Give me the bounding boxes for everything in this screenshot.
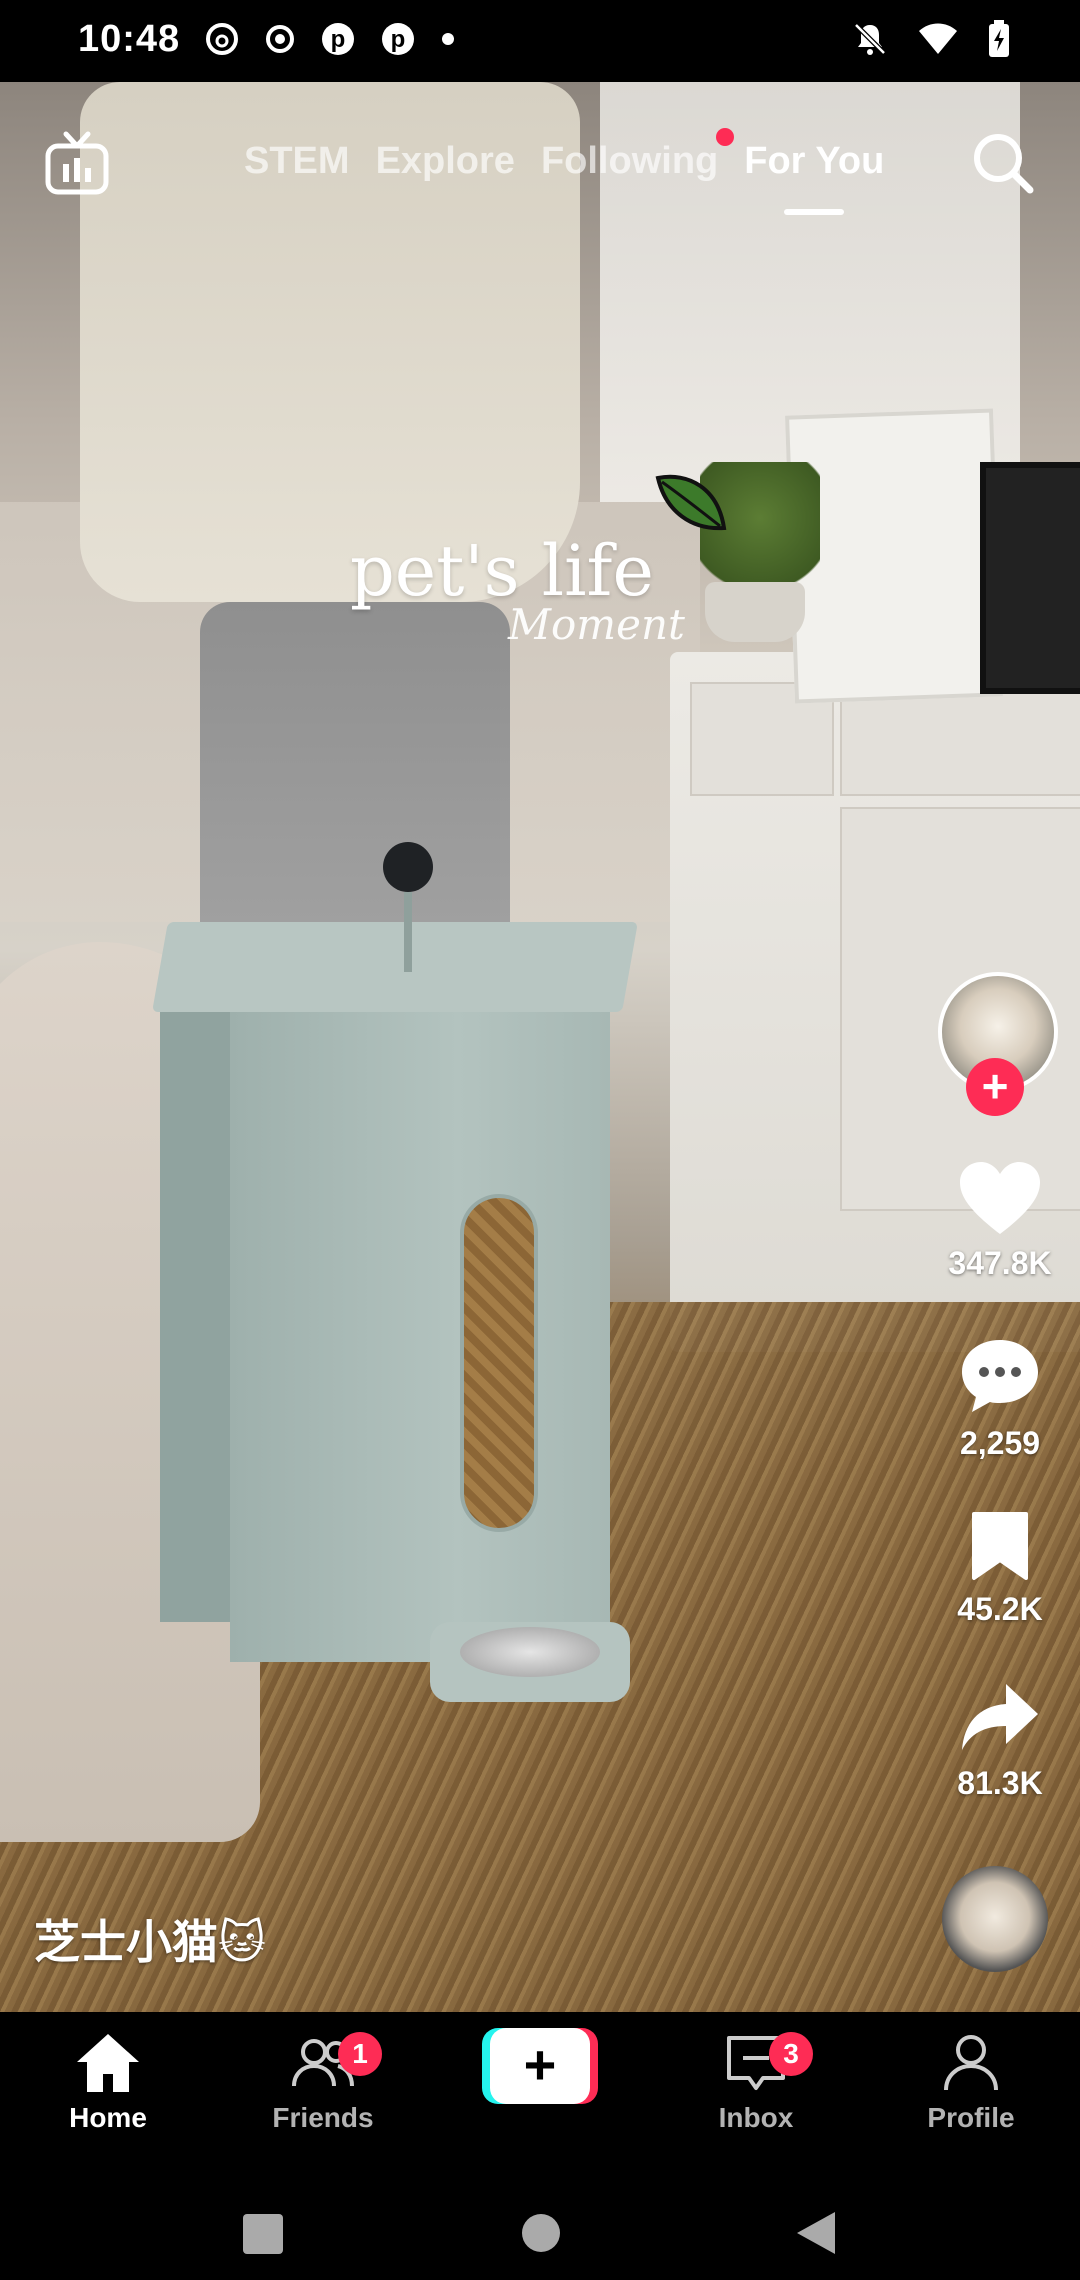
like-count: 347.8K <box>948 1245 1052 1281</box>
plus-icon: + <box>490 2028 590 2104</box>
nav-label: Home <box>69 2102 147 2133</box>
status-system-icons <box>852 20 1010 58</box>
heart-icon <box>960 1162 1040 1234</box>
tab-stem[interactable]: STEM <box>244 140 350 183</box>
feed-tabs: STEM Explore Following For You <box>244 128 885 215</box>
comment-count: 2,259 <box>959 1425 1041 1461</box>
system-nav-bar <box>0 2172 1080 2280</box>
tab-following[interactable]: Following <box>540 128 735 183</box>
bookmark-icon <box>972 1512 1028 1580</box>
status-notification-icons: p p <box>205 22 455 56</box>
feeder-knob <box>383 842 433 892</box>
friends-badge: 1 <box>338 2032 382 2076</box>
svg-text:p: p <box>331 26 346 53</box>
nav-label: Friends <box>272 2102 374 2133</box>
inbox-badge: 3 <box>769 2032 813 2076</box>
nav-home[interactable]: Home <box>23 2028 193 2134</box>
sound-disc[interactable] <box>942 1866 1048 1972</box>
feeder-window <box>460 1194 538 1532</box>
tab-for-you[interactable]: For You <box>744 140 885 215</box>
pinterest-icon: p <box>322 23 354 55</box>
share-button[interactable]: 81.3K <box>920 1680 1080 1802</box>
tab-explore[interactable]: Explore <box>376 140 515 183</box>
bookmark-count: 45.2K <box>957 1591 1043 1627</box>
tab-label: For You <box>744 140 885 182</box>
status-bar: 10:48 p p <box>0 0 1080 82</box>
follow-button[interactable]: + <box>966 1058 1024 1116</box>
plant-pot <box>705 582 805 642</box>
tab-label: Explore <box>375 140 515 182</box>
nav-inbox[interactable]: Inbox 3 <box>671 2028 841 2134</box>
pinterest-icon: p <box>382 23 414 55</box>
status-time: 10:48 <box>78 18 181 60</box>
feeder-lid <box>152 922 638 1012</box>
pet-feeder <box>152 842 638 1702</box>
search-icon[interactable] <box>970 130 1036 196</box>
bottom-nav: Home Friends 1 + Inbox 3 Profile <box>0 2012 1080 2172</box>
share-icon <box>962 1684 1038 1750</box>
picture-frame <box>980 462 1080 694</box>
live-tv-icon[interactable] <box>44 130 110 196</box>
wifi-icon <box>919 23 957 54</box>
author-name[interactable]: 芝士小猫🐱 <box>34 1906 266 1972</box>
leaf-icon <box>655 474 727 531</box>
comment-icon <box>962 1340 1038 1412</box>
video-overlay-script: Moment <box>508 600 685 649</box>
video-player[interactable]: pet's life Moment <box>0 82 1080 2012</box>
battery-charging-icon <box>989 20 1009 57</box>
home-circle-icon[interactable] <box>520 2212 562 2254</box>
nav-label: Inbox <box>718 2102 794 2133</box>
recents-icon[interactable] <box>241 2212 285 2256</box>
feeder-side <box>160 1002 240 1622</box>
profile-icon <box>944 2035 998 2091</box>
dot-icon <box>442 33 454 45</box>
tab-label: Following <box>540 140 719 182</box>
back-icon[interactable] <box>795 2210 837 2256</box>
threads-icon <box>206 23 238 55</box>
nav-label: Profile <box>927 2102 1015 2133</box>
feeder-body <box>230 1002 610 1662</box>
record-icon <box>266 25 294 53</box>
home-icon <box>77 2034 139 2092</box>
bookmark-button[interactable]: 45.2K <box>920 1510 1080 1628</box>
steel-bowl <box>460 1627 600 1677</box>
active-tab-indicator <box>784 209 845 215</box>
comment-button[interactable]: 2,259 <box>920 1336 1080 1462</box>
create-button[interactable]: + <box>482 2028 598 2104</box>
nav-profile[interactable]: Profile <box>886 2028 1056 2134</box>
tab-label: STEM <box>244 140 350 182</box>
feeder-handle <box>404 892 412 972</box>
nav-friends[interactable]: Friends 1 <box>238 2028 408 2134</box>
svg-text:p: p <box>391 26 406 53</box>
share-count: 81.3K <box>957 1765 1043 1801</box>
like-button[interactable]: 347.8K <box>920 1160 1080 1282</box>
notification-dot <box>716 128 735 146</box>
mute-icon <box>854 23 886 55</box>
